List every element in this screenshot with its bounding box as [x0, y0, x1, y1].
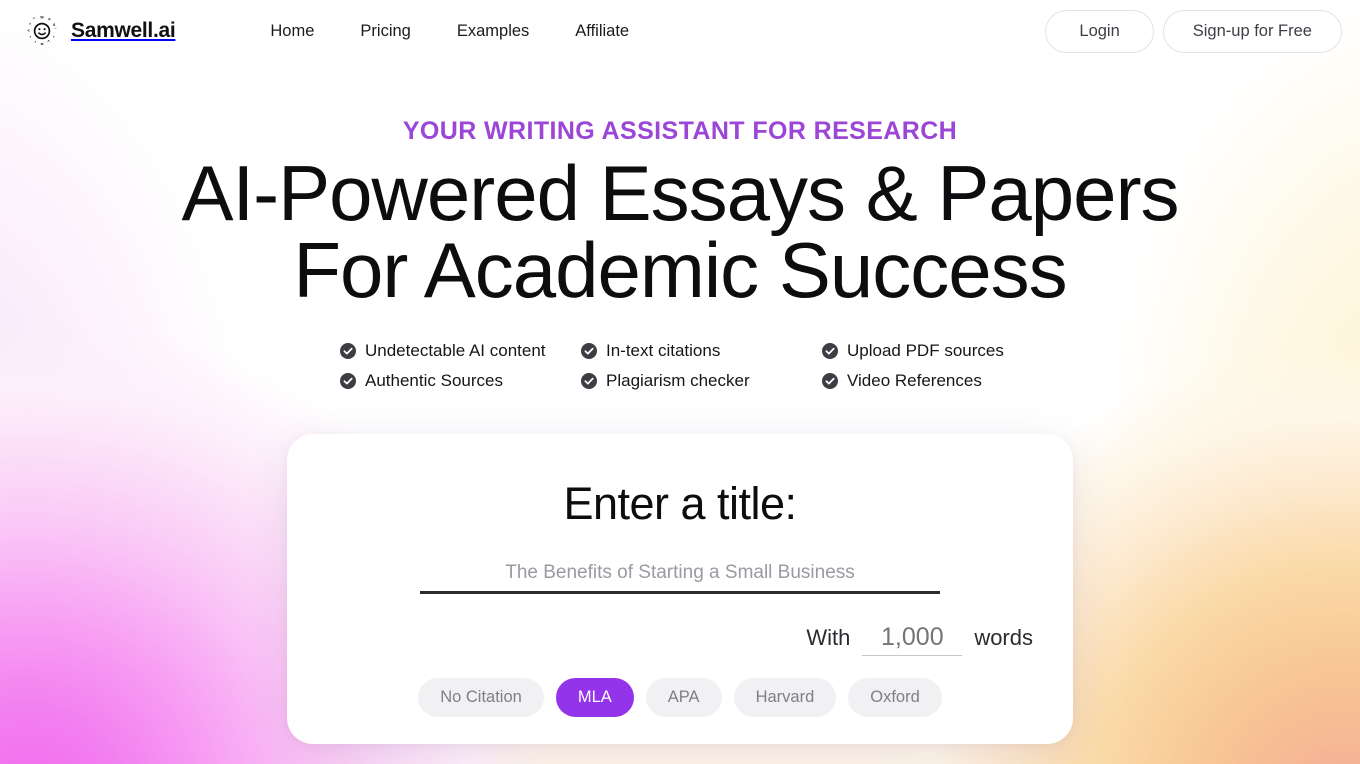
- essay-builder-card: Enter a title: With words No Citation ML…: [287, 434, 1073, 745]
- nav-item-examples[interactable]: Examples: [457, 22, 529, 41]
- feature-item-undetectable-ai-content: Undetectable AI content: [340, 341, 581, 361]
- svg-text:^: ^: [47, 39, 50, 44]
- feature-item-plagiarism-checker: Plagiarism checker: [581, 371, 822, 391]
- word-count-input[interactable]: [876, 623, 949, 653]
- feature-item-in-text-citations: In-text citations: [581, 341, 822, 361]
- title-input-wrapper: [420, 562, 940, 595]
- word-count-prefix-label: With: [806, 625, 851, 651]
- svg-text:•: •: [30, 35, 32, 40]
- feature-label: In-text citations: [606, 341, 721, 361]
- site-header: w ^ e * s < ‾ • • • ai ^ Samwell.ai Home…: [0, 0, 1360, 62]
- svg-text:ai: ai: [41, 42, 44, 46]
- feature-list: Undetectable AI content In-text citation…: [340, 341, 1020, 391]
- word-count-row: With words: [287, 623, 1073, 657]
- hero-eyebrow: YOUR WRITING ASSISTANT FOR RESEARCH: [402, 117, 958, 145]
- feature-label: Video References: [847, 371, 982, 391]
- svg-text:s: s: [53, 22, 56, 27]
- svg-text:‾: ‾: [54, 28, 57, 33]
- nav-item-home[interactable]: Home: [270, 22, 314, 41]
- feature-label: Upload PDF sources: [847, 341, 1004, 361]
- signup-button[interactable]: Sign-up for Free: [1162, 9, 1342, 53]
- login-button[interactable]: Login: [1045, 9, 1154, 53]
- main-navigation: Home Pricing Examples Affiliate: [270, 22, 629, 41]
- svg-text:e: e: [47, 16, 52, 22]
- svg-text:•: •: [35, 39, 37, 44]
- citation-option-no-citation[interactable]: No Citation: [418, 678, 544, 718]
- check-circle-icon: [822, 343, 838, 360]
- brand-logo-link[interactable]: w ^ e * s < ‾ • • • ai ^ Samwell.ai: [22, 11, 175, 51]
- svg-text:•: •: [53, 34, 55, 39]
- smiley-face-logo-icon: w ^ e * s < ‾ • • • ai ^: [22, 11, 62, 51]
- word-count-input-wrapper: [862, 623, 963, 657]
- card-title: Enter a title:: [563, 478, 797, 530]
- citation-option-harvard[interactable]: Harvard: [733, 678, 837, 718]
- feature-label: Authentic Sources: [365, 371, 503, 391]
- feature-item-authentic-sources: Authentic Sources: [340, 371, 581, 391]
- check-circle-icon: [581, 373, 597, 390]
- brand-name: Samwell.ai: [71, 19, 176, 42]
- citation-option-apa[interactable]: APA: [645, 678, 722, 718]
- hero-section: YOUR WRITING ASSISTANT FOR RESEARCH AI-P…: [0, 117, 1360, 314]
- headline-line-1: AI-Powered Essays & Papers: [181, 149, 1179, 237]
- feature-label: Plagiarism checker: [606, 371, 750, 391]
- svg-text:w: w: [39, 14, 44, 19]
- citation-option-mla[interactable]: MLA: [555, 678, 634, 718]
- nav-item-affiliate[interactable]: Affiliate: [575, 22, 629, 41]
- check-circle-icon: [581, 343, 597, 360]
- title-input[interactable]: [420, 562, 940, 585]
- feature-label: Undetectable AI content: [365, 341, 546, 361]
- check-circle-icon: [340, 343, 356, 360]
- page-root: w ^ e * s < ‾ • • • ai ^ Samwell.ai Home…: [0, 0, 1360, 764]
- svg-text:<: <: [27, 28, 30, 33]
- feature-item-upload-pdf-sources: Upload PDF sources: [822, 341, 1020, 361]
- svg-text:^: ^: [32, 16, 37, 22]
- check-circle-icon: [822, 373, 838, 390]
- headline-line-2: For Academic Success: [293, 225, 1067, 314]
- nav-item-pricing[interactable]: Pricing: [360, 22, 410, 41]
- citation-option-oxford[interactable]: Oxford: [848, 678, 942, 718]
- svg-text:*: *: [29, 22, 31, 27]
- citation-style-group: No Citation MLA APA Harvard Oxford: [287, 678, 1073, 718]
- feature-item-video-references: Video References: [822, 371, 1020, 391]
- check-circle-icon: [340, 373, 356, 390]
- word-count-suffix-label: words: [974, 625, 1033, 651]
- page-title: AI-Powered Essays & Papers For Academic …: [0, 154, 1360, 314]
- auth-actions: Login Sign-up for Free: [1045, 9, 1342, 53]
